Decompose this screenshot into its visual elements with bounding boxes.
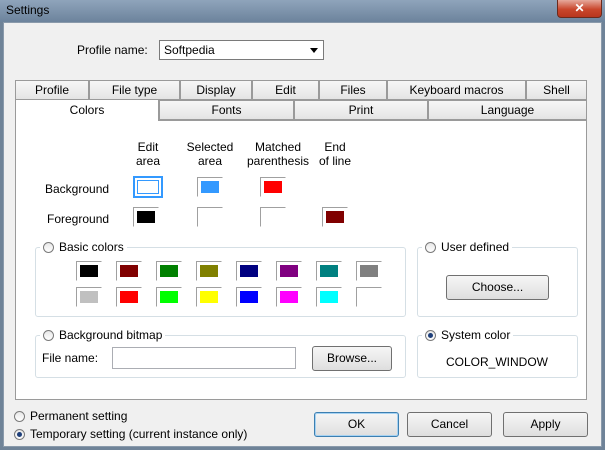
tab-colors[interactable]: Colors bbox=[15, 99, 159, 121]
matched-parenthesis-header: Matched parenthesis bbox=[246, 140, 310, 168]
swatch-color bbox=[320, 291, 338, 303]
swatch-color bbox=[320, 265, 338, 277]
swatch-color bbox=[201, 181, 219, 193]
edit-area-header: Edit area bbox=[135, 140, 161, 168]
permanent-setting-option[interactable]: Permanent setting bbox=[14, 409, 127, 423]
swatch-color bbox=[120, 291, 138, 303]
bg-matched-parenthesis-swatch[interactable] bbox=[260, 177, 286, 197]
settings-dialog: Profile name: Softpedia Profile File typ… bbox=[3, 22, 602, 447]
apply-button[interactable]: Apply bbox=[503, 412, 588, 437]
fg-matched-parenthesis-swatch[interactable] bbox=[260, 207, 286, 227]
swatch-color bbox=[280, 265, 298, 277]
tab-edit[interactable]: Edit bbox=[252, 80, 319, 100]
tab-shell[interactable]: Shell bbox=[526, 80, 587, 100]
basic-color-swatch[interactable] bbox=[116, 287, 142, 307]
system-color-label: System color bbox=[441, 328, 511, 342]
tab-language[interactable]: Language bbox=[428, 100, 587, 120]
close-button[interactable]: ✕ bbox=[557, 0, 602, 18]
profile-name-select[interactable]: Softpedia bbox=[159, 40, 324, 60]
user-defined-group: User defined Choose... bbox=[417, 240, 578, 317]
file-name-label: File name: bbox=[42, 351, 99, 365]
tab-display[interactable]: Display bbox=[180, 80, 252, 100]
basic-color-swatch[interactable] bbox=[76, 261, 102, 281]
basic-colors-label: Basic colors bbox=[59, 240, 124, 254]
user-defined-label: User defined bbox=[441, 240, 510, 254]
swatch-color bbox=[137, 211, 155, 223]
tab-keyboard-macros[interactable]: Keyboard macros bbox=[387, 80, 526, 100]
choose-button[interactable]: Choose... bbox=[446, 275, 549, 300]
swatch-color bbox=[200, 265, 218, 277]
bg-edit-area-swatch[interactable] bbox=[133, 176, 163, 198]
tab-file-type[interactable]: File type bbox=[89, 80, 180, 100]
user-defined-radio[interactable] bbox=[425, 241, 436, 253]
profile-name-label: Profile name: bbox=[77, 43, 148, 57]
swatch-color bbox=[200, 291, 218, 303]
swatch-color bbox=[240, 265, 258, 277]
tab-fonts[interactable]: Fonts bbox=[159, 100, 294, 120]
permanent-setting-radio[interactable] bbox=[14, 410, 25, 422]
swatch-color bbox=[160, 291, 178, 303]
basic-color-swatch[interactable] bbox=[196, 261, 222, 281]
basic-color-swatch[interactable] bbox=[316, 261, 342, 281]
basic-color-swatch[interactable] bbox=[236, 261, 262, 281]
background-bitmap-radio[interactable] bbox=[43, 329, 54, 341]
user-defined-option[interactable]: User defined bbox=[422, 240, 513, 254]
end-of-line-header: End of line bbox=[318, 140, 352, 168]
swatch-color bbox=[80, 291, 98, 303]
system-color-value: COLOR_WINDOW bbox=[446, 355, 548, 369]
background-bitmap-label: Background bitmap bbox=[59, 328, 163, 342]
temporary-setting-radio[interactable] bbox=[14, 428, 25, 440]
background-row-label: Background bbox=[45, 182, 110, 196]
fg-edit-area-swatch[interactable] bbox=[133, 207, 159, 227]
basic-color-swatch[interactable] bbox=[276, 287, 302, 307]
swatch-color bbox=[360, 265, 378, 277]
selected-area-header: Selected area bbox=[186, 140, 234, 168]
chevron-down-icon bbox=[310, 48, 318, 53]
basic-color-swatch[interactable] bbox=[356, 261, 382, 281]
basic-color-swatch[interactable] bbox=[76, 287, 102, 307]
basic-color-swatch[interactable] bbox=[156, 287, 182, 307]
background-bitmap-group: Background bitmap File name: Browse... bbox=[35, 328, 406, 378]
colors-panel: Edit area Selected area Matched parenthesis… bbox=[15, 120, 587, 400]
file-name-input[interactable] bbox=[112, 347, 296, 369]
basic-color-swatch[interactable] bbox=[236, 287, 262, 307]
swatch-color bbox=[80, 265, 98, 277]
cancel-button[interactable]: Cancel bbox=[407, 412, 492, 437]
swatch-color bbox=[160, 265, 178, 277]
basic-color-swatch[interactable] bbox=[316, 287, 342, 307]
title-bar[interactable]: Settings ✕ bbox=[0, 0, 605, 22]
background-bitmap-option[interactable]: Background bitmap bbox=[40, 328, 166, 342]
temporary-setting-label: Temporary setting (current instance only… bbox=[30, 427, 248, 441]
window-title: Settings bbox=[6, 3, 50, 17]
ok-button[interactable]: OK bbox=[314, 412, 399, 437]
basic-color-swatch[interactable] bbox=[196, 287, 222, 307]
basic-color-swatch[interactable] bbox=[116, 261, 142, 281]
system-color-group: System color COLOR_WINDOW bbox=[417, 328, 578, 378]
system-color-option[interactable]: System color bbox=[422, 328, 514, 342]
swatch-color bbox=[280, 291, 298, 303]
swatch-color bbox=[326, 211, 344, 223]
foreground-row-label: Foreground bbox=[47, 212, 110, 226]
tab-print[interactable]: Print bbox=[294, 100, 428, 120]
fg-end-of-line-swatch[interactable] bbox=[322, 207, 348, 227]
basic-color-swatch[interactable] bbox=[156, 261, 182, 281]
swatch-color bbox=[120, 265, 138, 277]
fg-selected-area-swatch[interactable] bbox=[197, 207, 223, 227]
basic-color-swatch[interactable] bbox=[276, 261, 302, 281]
tab-files[interactable]: Files bbox=[319, 80, 387, 100]
tab-profile[interactable]: Profile bbox=[15, 80, 89, 100]
temporary-setting-option[interactable]: Temporary setting (current instance only… bbox=[14, 427, 247, 441]
bg-selected-area-swatch[interactable] bbox=[197, 177, 223, 197]
profile-name-value: Softpedia bbox=[164, 43, 215, 57]
basic-colors-option[interactable]: Basic colors bbox=[40, 240, 127, 254]
basic-colors-radio[interactable] bbox=[43, 241, 54, 253]
browse-button[interactable]: Browse... bbox=[312, 346, 392, 371]
basic-colors-group: Basic colors bbox=[35, 240, 406, 317]
system-color-radio[interactable] bbox=[425, 329, 436, 341]
swatch-color bbox=[137, 180, 159, 194]
swatch-color bbox=[264, 181, 282, 193]
swatch-color bbox=[240, 291, 258, 303]
basic-color-swatch[interactable] bbox=[356, 287, 382, 307]
permanent-setting-label: Permanent setting bbox=[30, 409, 128, 423]
